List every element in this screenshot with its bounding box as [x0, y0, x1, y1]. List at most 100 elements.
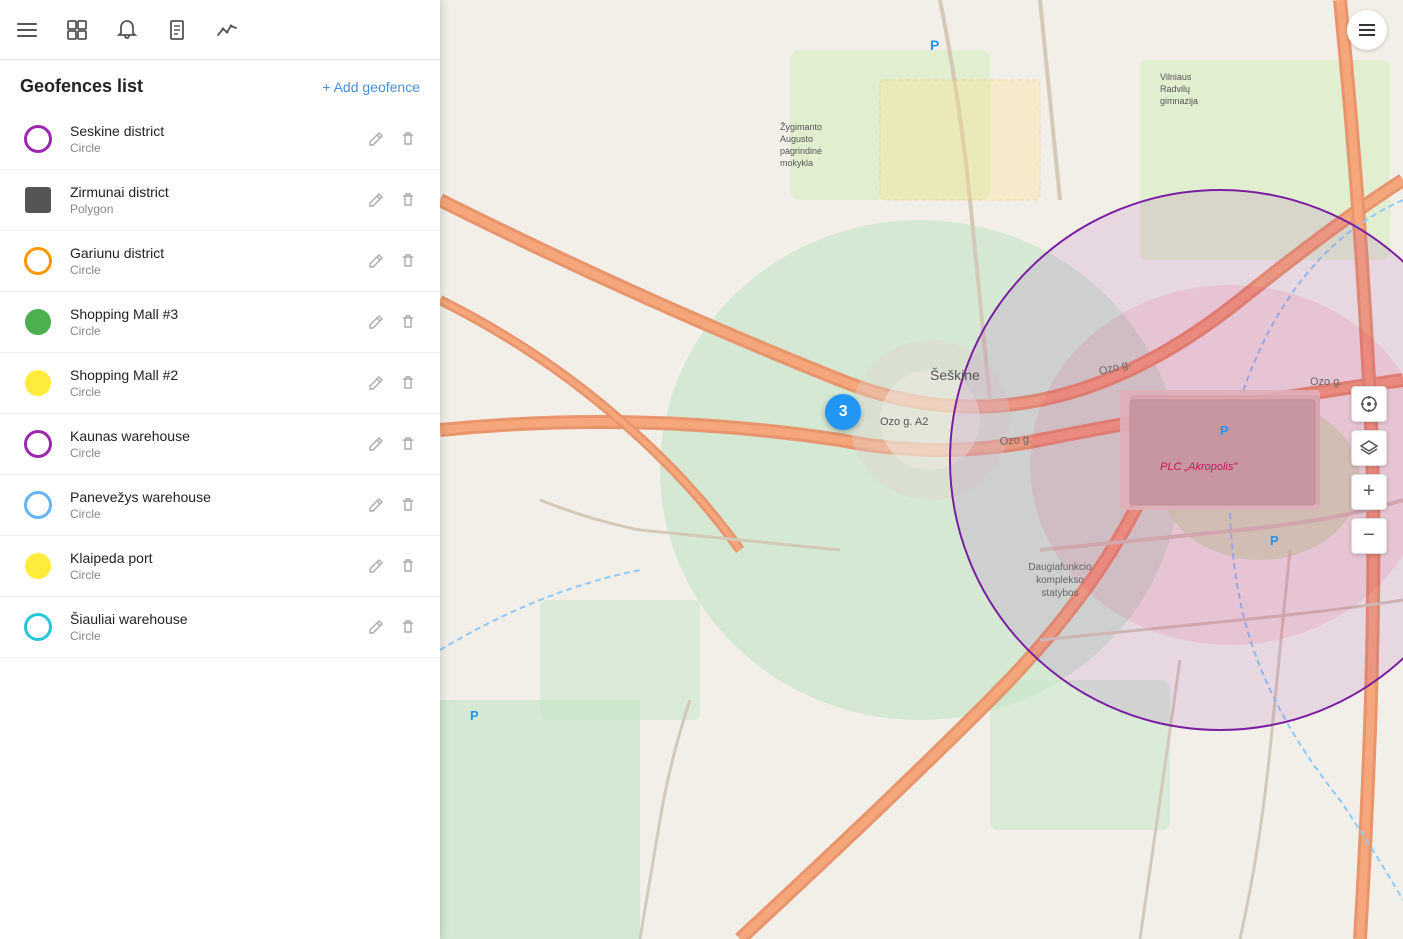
- svg-text:PLC „Akropolis": PLC „Akropolis": [1160, 461, 1238, 473]
- geofence-type-klaipeda-port: Circle: [70, 568, 350, 582]
- geofence-item-panevezys-warehouse[interactable]: Panevežys warehouse Circle: [0, 475, 440, 536]
- edit-button-shopping-mall-2[interactable]: [364, 371, 388, 395]
- geofence-info-siauliai-warehouse: Šiauliai warehouse Circle: [70, 611, 350, 643]
- geofence-item-gariunu-district[interactable]: Gariunu district Circle: [0, 231, 440, 292]
- geofence-icon-seskine-district: [20, 121, 56, 157]
- geofence-name-shopping-mall-2: Shopping Mall #2: [70, 367, 350, 383]
- sidebar: Geofences list + Add geofence Seskine di…: [0, 0, 440, 939]
- delete-button-shopping-mall-3[interactable]: [396, 310, 420, 334]
- delete-button-klaipeda-port[interactable]: [396, 554, 420, 578]
- edit-button-siauliai-warehouse[interactable]: [364, 615, 388, 639]
- geofence-type-shopping-mall-3: Circle: [70, 324, 350, 338]
- geofence-name-kaunas-warehouse: Kaunas warehouse: [70, 428, 350, 444]
- geofence-info-klaipeda-port: Klaipeda port Circle: [70, 550, 350, 582]
- geofence-name-zirmunai-district: Zirmunai district: [70, 184, 350, 200]
- map-controls: + −: [1351, 386, 1387, 554]
- svg-text:Ozo g.: Ozo g.: [1310, 376, 1342, 388]
- zoom-in-button[interactable]: +: [1351, 474, 1387, 510]
- geofence-info-shopping-mall-2: Shopping Mall #2 Circle: [70, 367, 350, 399]
- notifications-icon[interactable]: [116, 19, 138, 41]
- delete-button-seskine-district[interactable]: [396, 127, 420, 151]
- geofence-icon-kaunas-warehouse: [20, 426, 56, 462]
- delete-button-siauliai-warehouse[interactable]: [396, 615, 420, 639]
- geofence-info-seskine-district: Seskine district Circle: [70, 123, 350, 155]
- geofence-type-panevezys-warehouse: Circle: [70, 507, 350, 521]
- geofence-info-panevezys-warehouse: Panevežys warehouse Circle: [70, 489, 350, 521]
- geofence-item-seskine-district[interactable]: Seskine district Circle: [0, 109, 440, 170]
- svg-text:Ozo g. A2: Ozo g. A2: [880, 416, 928, 428]
- reports-icon[interactable]: [166, 19, 188, 41]
- zoom-out-button[interactable]: −: [1351, 518, 1387, 554]
- geofence-icon-zirmunai-district: [20, 182, 56, 218]
- geofence-item-zirmunai-district[interactable]: Zirmunai district Polygon: [0, 170, 440, 231]
- geofence-item-shopping-mall-3[interactable]: Shopping Mall #3 Circle: [0, 292, 440, 353]
- geofence-icon-gariunu-district: [20, 243, 56, 279]
- geofence-type-seskine-district: Circle: [70, 141, 350, 155]
- geofence-name-panevezys-warehouse: Panevežys warehouse: [70, 489, 350, 505]
- geofence-item-klaipeda-port[interactable]: Klaipeda port Circle: [0, 536, 440, 597]
- geofence-name-siauliai-warehouse: Šiauliai warehouse: [70, 611, 350, 627]
- delete-button-zirmunai-district[interactable]: [396, 188, 420, 212]
- geofence-info-shopping-mall-3: Shopping Mall #3 Circle: [70, 306, 350, 338]
- geofence-name-klaipeda-port: Klaipeda port: [70, 550, 350, 566]
- edit-button-panevezys-warehouse[interactable]: [364, 493, 388, 517]
- svg-text:P: P: [930, 37, 939, 53]
- geofence-type-siauliai-warehouse: Circle: [70, 629, 350, 643]
- geofence-actions-kaunas-warehouse: [364, 432, 420, 456]
- geofences-title: Geofences list: [20, 76, 143, 97]
- svg-text:P: P: [470, 708, 479, 723]
- edit-button-gariunu-district[interactable]: [364, 249, 388, 273]
- geofence-name-gariunu-district: Gariunu district: [70, 245, 350, 261]
- top-nav: [0, 0, 440, 60]
- geofence-actions-panevezys-warehouse: [364, 493, 420, 517]
- edit-button-klaipeda-port[interactable]: [364, 554, 388, 578]
- svg-text:komplekso: komplekso: [1036, 575, 1084, 586]
- svg-text:Žygimanto: Žygimanto: [780, 122, 822, 132]
- delete-button-kaunas-warehouse[interactable]: [396, 432, 420, 456]
- geofence-item-shopping-mall-2[interactable]: Shopping Mall #2 Circle: [0, 353, 440, 414]
- add-geofence-button[interactable]: + Add geofence: [322, 79, 420, 95]
- geofence-actions-seskine-district: [364, 127, 420, 151]
- edit-button-zirmunai-district[interactable]: [364, 188, 388, 212]
- geofence-actions-shopping-mall-3: [364, 310, 420, 334]
- edit-button-shopping-mall-3[interactable]: [364, 310, 388, 334]
- geofences-header: Geofences list + Add geofence: [0, 60, 440, 109]
- svg-text:mokykla: mokykla: [780, 158, 813, 168]
- svg-text:P: P: [1270, 533, 1279, 548]
- geofence-actions-shopping-mall-2: [364, 371, 420, 395]
- geofence-type-zirmunai-district: Polygon: [70, 202, 350, 216]
- geofence-item-siauliai-warehouse[interactable]: Šiauliai warehouse Circle: [0, 597, 440, 658]
- geofence-type-gariunu-district: Circle: [70, 263, 350, 277]
- geofence-info-zirmunai-district: Zirmunai district Polygon: [70, 184, 350, 216]
- locate-button[interactable]: [1351, 386, 1387, 422]
- geofence-actions-zirmunai-district: [364, 188, 420, 212]
- edit-button-kaunas-warehouse[interactable]: [364, 432, 388, 456]
- geofence-icon-shopping-mall-3: [20, 304, 56, 340]
- selection-icon[interactable]: [66, 19, 88, 41]
- hamburger-menu-icon[interactable]: [16, 19, 38, 41]
- analytics-icon[interactable]: [216, 19, 238, 41]
- cluster-count: 3: [839, 403, 848, 421]
- geofence-actions-gariunu-district: [364, 249, 420, 273]
- delete-button-panevezys-warehouse[interactable]: [396, 493, 420, 517]
- svg-text:statybos: statybos: [1041, 588, 1078, 599]
- geofence-actions-klaipeda-port: [364, 554, 420, 578]
- delete-button-gariunu-district[interactable]: [396, 249, 420, 273]
- geofence-type-shopping-mall-2: Circle: [70, 385, 350, 399]
- geofence-icon-panevezys-warehouse: [20, 487, 56, 523]
- geofence-item-kaunas-warehouse[interactable]: Kaunas warehouse Circle: [0, 414, 440, 475]
- svg-text:Augusto: Augusto: [780, 134, 813, 144]
- map-area[interactable]: Ozo g. Ozo g. Ozo g. P P P P P P PLC „Ak…: [440, 0, 1403, 939]
- svg-text:Daugiafunkcio: Daugiafunkcio: [1028, 562, 1092, 573]
- geofence-icon-klaipeda-port: [20, 548, 56, 584]
- geofence-name-seskine-district: Seskine district: [70, 123, 350, 139]
- delete-button-shopping-mall-2[interactable]: [396, 371, 420, 395]
- layers-button[interactable]: [1351, 430, 1387, 466]
- map-menu-button[interactable]: [1347, 10, 1387, 50]
- edit-button-seskine-district[interactable]: [364, 127, 388, 151]
- geofence-icon-shopping-mall-2: [20, 365, 56, 401]
- geofence-info-kaunas-warehouse: Kaunas warehouse Circle: [70, 428, 350, 460]
- svg-text:Radvilų: Radvilų: [1160, 84, 1190, 94]
- svg-text:Vilniaus: Vilniaus: [1160, 72, 1192, 82]
- svg-text:Šeškine: Šeškine: [930, 367, 980, 383]
